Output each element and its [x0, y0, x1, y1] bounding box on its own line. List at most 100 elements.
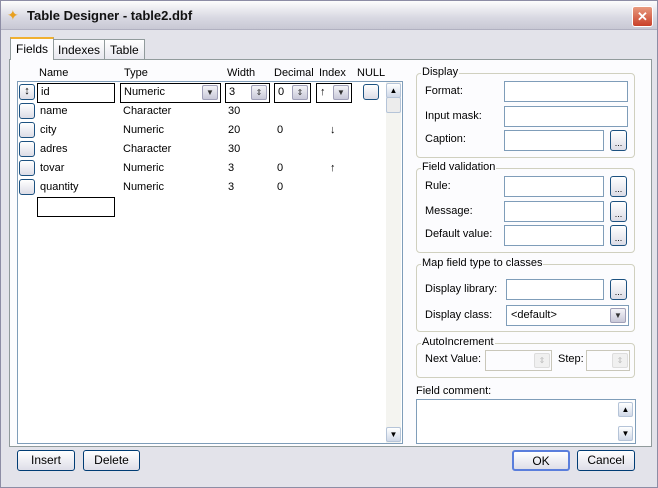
field-type-select[interactable]: Numeric ▼ — [120, 83, 221, 103]
field-width[interactable]: 30 — [228, 142, 240, 156]
row-selector[interactable] — [19, 103, 35, 119]
step-spinner[interactable]: ⇕ — [586, 350, 630, 371]
message-input[interactable] — [504, 201, 604, 222]
next-value-label: Next Value: — [425, 353, 482, 365]
display-library-input[interactable] — [506, 279, 604, 300]
default-value-input[interactable] — [504, 225, 604, 246]
grid-scrollbar[interactable]: ▲ ▼ — [386, 82, 401, 443]
field-decimal-value: 0 — [278, 86, 285, 98]
field-width[interactable]: 3 — [228, 161, 234, 175]
display-group-title: Display — [421, 66, 460, 78]
caption-label: Caption: — [425, 133, 466, 145]
index-ascending-icon[interactable]: ↑ — [330, 161, 336, 175]
field-type[interactable]: Character — [123, 142, 171, 156]
field-decimal[interactable]: 0 — [277, 123, 283, 137]
validation-group-title: Field validation — [421, 161, 497, 173]
field-type[interactable]: Numeric — [123, 123, 164, 137]
field-type[interactable]: Character — [123, 104, 171, 118]
field-decimal[interactable]: 0 — [277, 161, 283, 175]
delete-button[interactable]: Delete — [83, 450, 140, 471]
display-class-select[interactable]: <default> ▼ — [506, 305, 629, 326]
tab-indexes[interactable]: Indexes — [52, 39, 107, 60]
display-library-button[interactable]: ... — [610, 279, 627, 300]
display-class-value: <default> — [511, 309, 557, 321]
scroll-up-icon[interactable]: ▲ — [618, 402, 633, 417]
tab-table[interactable]: Table — [104, 39, 145, 60]
default-value-builder-button[interactable]: ... — [610, 225, 627, 246]
chevron-down-icon[interactable]: ▼ — [610, 308, 626, 323]
caption-builder-button[interactable]: ... — [610, 130, 627, 151]
spinner-icon[interactable]: ⇕ — [534, 353, 550, 368]
caption-input[interactable] — [504, 130, 604, 151]
fields-grid — [17, 81, 403, 444]
spinner-icon[interactable]: ⇕ — [292, 85, 308, 100]
field-name[interactable]: city — [40, 123, 57, 137]
display-library-label: Display library: — [425, 283, 498, 295]
spinner-icon[interactable]: ⇕ — [251, 85, 267, 100]
input-mask-input[interactable] — [504, 106, 628, 127]
field-type-value: Numeric — [124, 86, 165, 98]
field-comment-textarea[interactable]: ▲ ▼ — [416, 399, 636, 444]
ok-button[interactable]: OK — [512, 450, 570, 471]
field-index-select[interactable]: ↑ ▼ — [316, 83, 352, 103]
cancel-button[interactable]: Cancel — [577, 450, 635, 471]
scroll-up-icon[interactable]: ▲ — [386, 83, 401, 98]
default-value-label: Default value: — [425, 228, 493, 240]
field-type[interactable]: Numeric — [123, 180, 164, 194]
index-descending-icon[interactable]: ↓ — [330, 123, 336, 137]
close-button[interactable]: ✕ — [632, 6, 653, 27]
header-decimal: Decimal — [274, 67, 314, 79]
field-width[interactable]: 3 — [228, 180, 234, 194]
spinner-icon[interactable]: ⇕ — [612, 353, 628, 368]
new-field-name-input[interactable] — [37, 197, 115, 217]
format-label: Format: — [425, 85, 463, 97]
row-selector[interactable] — [19, 141, 35, 157]
table-designer-window: ✦ Table Designer - table2.dbf ✕ Fields I… — [0, 0, 658, 488]
row-move-handle-icon[interactable]: ↕ — [19, 84, 35, 100]
display-class-label: Display class: — [425, 309, 493, 321]
chevron-down-icon[interactable]: ▼ — [333, 85, 349, 100]
field-name[interactable]: tovar — [40, 161, 64, 175]
row-selector[interactable] — [19, 160, 35, 176]
field-name-input[interactable]: id — [37, 83, 115, 103]
header-null: NULL — [357, 67, 386, 79]
scroll-down-icon[interactable]: ▼ — [618, 426, 633, 441]
header-index: Index — [319, 67, 346, 79]
map-classes-group-title: Map field type to classes — [421, 257, 544, 269]
scroll-thumb[interactable] — [386, 97, 401, 113]
row-selector[interactable] — [19, 179, 35, 195]
tab-fields[interactable]: Fields — [10, 37, 55, 60]
field-index-value: ↑ — [320, 86, 326, 98]
next-value-spinner[interactable]: ⇕ — [485, 350, 552, 371]
field-comment-label: Field comment: — [416, 385, 492, 397]
field-decimal[interactable]: 0 — [277, 180, 283, 194]
format-input[interactable] — [504, 81, 628, 102]
field-name[interactable]: quantity — [40, 180, 79, 194]
autoincrement-group-title: AutoIncrement — [421, 336, 495, 348]
message-builder-button[interactable]: ... — [610, 201, 627, 222]
row-selector[interactable] — [19, 122, 35, 138]
insert-button[interactable]: Insert — [17, 450, 75, 471]
field-type[interactable]: Numeric — [123, 161, 164, 175]
scroll-down-icon[interactable]: ▼ — [386, 427, 401, 442]
message-label: Message: — [425, 205, 473, 217]
chevron-down-icon[interactable]: ▼ — [202, 85, 218, 100]
rule-builder-button[interactable]: ... — [610, 176, 627, 197]
field-name[interactable]: name — [40, 104, 68, 118]
input-mask-label: Input mask: — [425, 110, 482, 122]
title-bar[interactable]: ✦ Table Designer - table2.dbf ✕ — [1, 1, 657, 30]
fox-app-icon: ✦ — [7, 7, 19, 23]
field-decimal-spinner[interactable]: 0 ⇕ — [274, 83, 311, 103]
null-checkbox[interactable] — [363, 84, 379, 100]
rule-label: Rule: — [425, 180, 451, 192]
header-width: Width — [227, 67, 256, 79]
field-width[interactable]: 20 — [228, 123, 240, 137]
rule-input[interactable] — [504, 176, 604, 197]
field-width[interactable]: 30 — [228, 104, 240, 118]
field-width-value: 3 — [229, 86, 236, 98]
field-name[interactable]: adres — [40, 142, 68, 156]
step-label: Step: — [558, 353, 584, 365]
window-title: Table Designer - table2.dbf — [27, 8, 193, 23]
field-width-spinner[interactable]: 3 ⇕ — [225, 83, 270, 103]
header-name: Name — [39, 67, 69, 79]
